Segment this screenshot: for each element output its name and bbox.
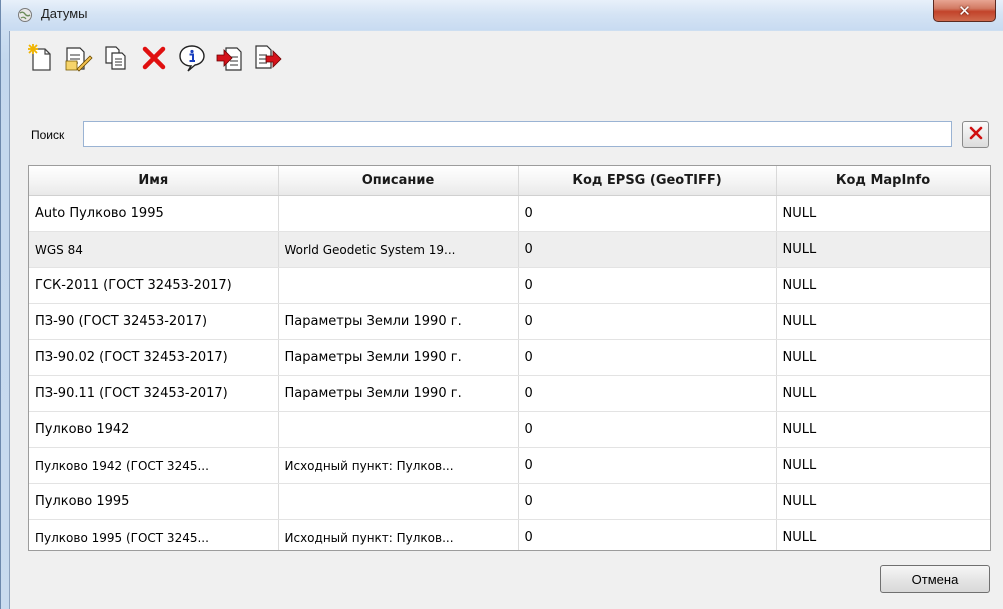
table-row[interactable]: ПЗ-90.02 (ГОСТ 32453-2017) Параметры Земл… xyxy=(29,339,990,376)
cell-name: ПЗ-90 (ГОСТ 32453-2017) xyxy=(29,303,279,340)
cell-epsg-code: 0 xyxy=(518,447,777,484)
close-icon xyxy=(968,125,984,145)
cell-name: WGS 84 xyxy=(29,231,279,268)
cell-description xyxy=(278,195,519,232)
table-row[interactable]: ГСК-2011 (ГОСТ 32453-2017) 0 NULL xyxy=(29,267,990,304)
cell-epsg-code: 0 xyxy=(518,483,777,520)
delete-icon xyxy=(141,45,167,71)
cell-name: Пулково 1995 xyxy=(29,483,279,520)
cell-mapinfo-code: NULL xyxy=(776,195,990,232)
cell-epsg-code: 0 xyxy=(518,411,777,448)
toolbar xyxy=(23,40,289,76)
cell-name: Пулково 1995 (ГОСТ 3245... xyxy=(29,519,279,550)
copy-datum-button[interactable] xyxy=(99,41,133,75)
import-icon xyxy=(215,43,245,73)
cancel-button[interactable]: Отмена xyxy=(880,565,990,593)
table-row[interactable]: ПЗ-90.11 (ГОСТ 32453-2017) Параметры Земл… xyxy=(29,375,990,412)
table-row[interactable]: WGS 84 World Geodetic System 19... 0 NULL xyxy=(29,231,990,268)
cell-name: ГСК-2011 (ГОСТ 32453-2017) xyxy=(29,267,279,304)
cell-mapinfo-code: NULL xyxy=(776,339,990,376)
cell-name: ПЗ-90.02 (ГОСТ 32453-2017) xyxy=(29,339,279,376)
cell-name: Пулково 1942 xyxy=(29,411,279,448)
cell-epsg-code: 0 xyxy=(518,375,777,412)
cell-mapinfo-code: NULL xyxy=(776,375,990,412)
column-header-description[interactable]: Описание xyxy=(278,166,519,196)
cell-epsg-code: 0 xyxy=(518,339,777,376)
table-row[interactable]: Auto Пулково 1995 0 NULL xyxy=(29,195,990,232)
column-header-epsg-code[interactable]: Код EPSG (GeoTIFF) xyxy=(518,166,777,196)
copy-icon xyxy=(102,44,130,72)
clear-search-button[interactable] xyxy=(962,121,989,148)
datums-table[interactable]: Имя Описание Код EPSG (GeoTIFF) Код MapI… xyxy=(28,165,991,551)
datum-info-button[interactable] xyxy=(175,41,209,75)
cell-mapinfo-code: NULL xyxy=(776,447,990,484)
new-icon xyxy=(25,43,55,73)
column-header-mapinfo-code[interactable]: Код MapInfo xyxy=(776,166,990,196)
cell-description xyxy=(278,267,519,304)
cell-name: ПЗ-90.11 (ГОСТ 32453-2017) xyxy=(29,375,279,412)
cell-epsg-code: 0 xyxy=(518,519,777,550)
import-datum-button[interactable] xyxy=(213,41,247,75)
cell-epsg-code: 0 xyxy=(518,267,777,304)
info-icon xyxy=(177,43,207,73)
search-label: Поиск xyxy=(31,128,65,142)
cell-description: Исходный пункт: Пулков... xyxy=(278,519,519,550)
cell-description xyxy=(278,483,519,520)
globe-icon xyxy=(17,7,33,23)
column-header-name[interactable]: Имя xyxy=(29,166,279,196)
cell-epsg-code: 0 xyxy=(518,231,777,268)
cell-description: Параметры Земли 1990 г. xyxy=(278,375,519,412)
cell-description: World Geodetic System 19... xyxy=(278,231,519,268)
cell-description xyxy=(278,411,519,448)
cell-name: Auto Пулково 1995 xyxy=(29,195,279,232)
close-icon: ✕ xyxy=(958,1,971,20)
table-row[interactable]: Пулково 1942 0 NULL xyxy=(29,411,990,448)
cell-mapinfo-code: NULL xyxy=(776,519,990,550)
window-title: Датумы xyxy=(41,6,88,21)
search-input[interactable] xyxy=(83,121,952,147)
new-datum-button[interactable] xyxy=(23,41,57,75)
delete-datum-button[interactable] xyxy=(137,41,171,75)
cell-epsg-code: 0 xyxy=(518,303,777,340)
cell-mapinfo-code: NULL xyxy=(776,231,990,268)
table-row[interactable]: Пулково 1995 (ГОСТ 3245... Исходный пункт… xyxy=(29,519,990,550)
table-row[interactable]: ПЗ-90 (ГОСТ 32453-2017) Параметры Земли 1… xyxy=(29,303,990,340)
cell-description: Параметры Земли 1990 г. xyxy=(278,339,519,376)
cell-description: Параметры Земли 1990 г. xyxy=(278,303,519,340)
edit-icon xyxy=(63,43,93,73)
table-row[interactable]: Пулково 1942 (ГОСТ 3245... Исходный пункт… xyxy=(29,447,990,484)
cell-mapinfo-code: NULL xyxy=(776,267,990,304)
cell-mapinfo-code: NULL xyxy=(776,483,990,520)
table-row[interactable]: Пулково 1995 0 NULL xyxy=(29,483,990,520)
cell-mapinfo-code: NULL xyxy=(776,411,990,448)
cell-epsg-code: 0 xyxy=(518,195,777,232)
cell-mapinfo-code: NULL xyxy=(776,303,990,340)
table-header-row: Имя Описание Код EPSG (GeoTIFF) Код MapI… xyxy=(29,166,990,196)
export-icon xyxy=(253,43,283,73)
cell-name: Пулково 1942 (ГОСТ 3245... xyxy=(29,447,279,484)
edit-datum-button[interactable] xyxy=(61,41,95,75)
datums-dialog: Датумы ✕ Поиск Имя Описание Код EPSG (Ge… xyxy=(0,0,1003,609)
close-button[interactable]: ✕ xyxy=(933,0,996,22)
cell-description: Исходный пункт: Пулков... xyxy=(278,447,519,484)
export-datum-button[interactable] xyxy=(251,41,285,75)
title-bar[interactable]: Датумы xyxy=(1,0,1003,30)
